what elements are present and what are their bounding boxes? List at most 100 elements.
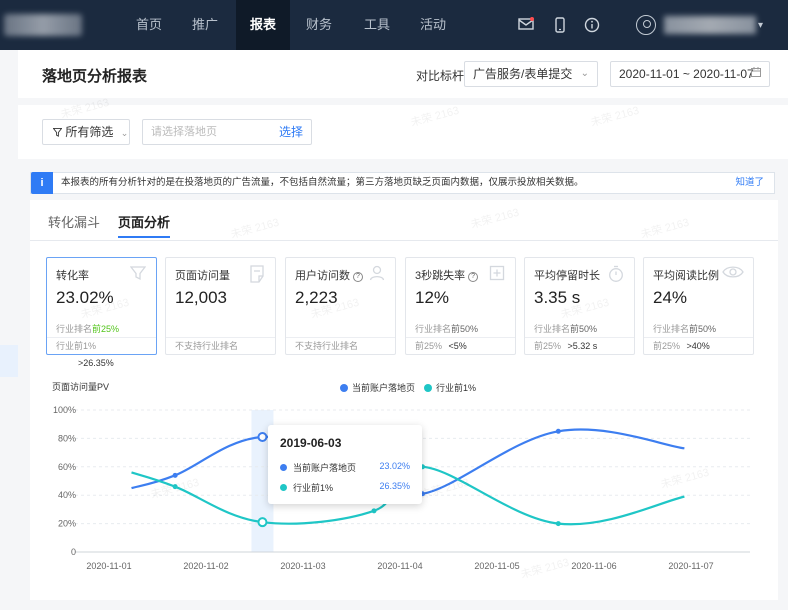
- card-rank-prefix: 行业排名: [653, 324, 690, 334]
- card-rank-prefix: 行业排名: [415, 324, 452, 334]
- avatar[interactable]: [636, 15, 656, 35]
- data-point: [172, 472, 178, 478]
- legend-label: 行业前1%: [436, 383, 477, 393]
- legend-swatch: [340, 384, 348, 392]
- mail-icon[interactable]: [518, 17, 534, 33]
- compare-label: 对比标杆: [416, 69, 465, 83]
- tooltip-row: 当前账户落地页 23.02%: [280, 461, 410, 474]
- tooltip-label: 行业前1%: [293, 483, 334, 493]
- card-foot-label: 不支持行业排名: [175, 341, 239, 351]
- page-icon: [248, 265, 266, 283]
- nav-finance[interactable]: 财务: [298, 0, 340, 50]
- x-tick-label: 2020-11-05: [474, 561, 519, 571]
- x-tick-label: 2020-11-06: [571, 561, 616, 571]
- card-rank-prefix: 行业排名: [534, 324, 571, 334]
- x-tick-label: 2020-11-04: [377, 561, 422, 571]
- card-foot-value: >26.35%: [78, 358, 114, 368]
- legend-label: 当前账户落地页: [352, 383, 416, 393]
- chevron-down-icon: ⌄: [580, 68, 589, 79]
- card-title-text: 用户访问数: [295, 270, 350, 282]
- chevron-down-icon: ⌄: [120, 128, 129, 138]
- nav-promotion[interactable]: 推广: [184, 0, 226, 50]
- tooltip-label: 当前账户落地页: [293, 463, 357, 473]
- card-footer: 前25% <5%: [406, 337, 515, 355]
- mobile-icon[interactable]: [552, 17, 568, 33]
- select-link[interactable]: 选择: [279, 120, 303, 144]
- card-footer: 前25% >5.32 s: [525, 337, 634, 355]
- x-tick-label: 2020-11-02: [183, 561, 228, 571]
- card-title: 页面访问量: [175, 270, 230, 282]
- x-tick-label: 2020-11-03: [280, 561, 325, 571]
- nav-home[interactable]: 首页: [128, 0, 170, 50]
- exit-icon: [488, 265, 506, 283]
- got-it-link[interactable]: 知道了: [735, 173, 764, 193]
- help-icon[interactable]: ?: [468, 272, 479, 282]
- page-header: 落地页分析报表 对比标杆 广告服务/表单提交 ⌄ 2020-11-01 ~ 20…: [18, 50, 788, 98]
- card-title: 3秒跳失率?: [415, 267, 479, 283]
- top-nav: 首页 推广 报表 财务 工具 活动 ▾: [0, 0, 788, 50]
- nav-activities[interactable]: 活动: [412, 0, 454, 50]
- card-rank-value: 前50%: [689, 324, 717, 334]
- user-icon: [368, 265, 386, 283]
- card-value: 23.02%: [56, 288, 114, 307]
- nav-reports[interactable]: 报表: [236, 0, 290, 50]
- funnel-icon: [129, 265, 147, 283]
- card-foot-label: 前25%: [415, 341, 443, 351]
- card-title: 转化率: [56, 270, 89, 282]
- card-foot-label: 前25%: [534, 341, 562, 351]
- stopwatch-icon: [607, 265, 625, 283]
- card-foot-label: 前25%: [653, 341, 681, 351]
- sidebar-highlight: [0, 345, 18, 377]
- info-icon[interactable]: [584, 17, 600, 33]
- legend-item-current[interactable]: 当前账户落地页: [340, 381, 415, 394]
- chevron-down-icon[interactable]: ▾: [758, 20, 763, 31]
- all-filters-button[interactable]: 所有筛选 ⌄: [42, 119, 130, 145]
- tooltip-swatch: [280, 464, 287, 471]
- data-point: [555, 428, 561, 434]
- card-rank: 行业排名前50%: [653, 322, 716, 335]
- metric-card-unique-visitors[interactable]: 用户访问数? 2,223 不支持行业排名: [285, 257, 396, 355]
- card-title: 用户访问数?: [295, 267, 363, 283]
- tab-conversion-funnel[interactable]: 转化漏斗: [48, 212, 100, 238]
- info-icon: i: [31, 172, 53, 194]
- filter-icon: [52, 125, 65, 139]
- card-title: 平均阅读比例: [653, 270, 719, 282]
- notice-bar: i 本报表的所有分析针对的是在投落地页的广告流量，不包括自然流量；第三方落地页缺…: [30, 172, 775, 194]
- x-tick-label: 2020-11-07: [668, 561, 713, 571]
- landing-page-placeholder: 请选择落地页: [151, 126, 217, 138]
- compare-select[interactable]: 广告服务/表单提交 ⌄: [464, 61, 598, 87]
- data-point: [257, 431, 268, 442]
- metric-card-page-views[interactable]: 页面访问量 12,003 不支持行业排名: [165, 257, 276, 355]
- eye-icon: [722, 265, 744, 283]
- card-rank-value: 前50%: [451, 324, 479, 334]
- card-foot-label: 行业前1%: [56, 341, 97, 351]
- username[interactable]: [664, 16, 756, 34]
- card-title-text: 3秒跳失率: [415, 270, 466, 282]
- card-footer: 不支持行业排名: [166, 337, 275, 355]
- card-footer: 不支持行业排名: [286, 337, 395, 355]
- tab-page-analysis[interactable]: 页面分析: [118, 212, 171, 238]
- y-tick-label: 20%: [58, 519, 76, 529]
- notice-text: 本报表的所有分析针对的是在投落地页的广告流量，不包括自然流量；第三方落地页缺乏页…: [61, 177, 584, 188]
- date-range-picker[interactable]: 2020-11-01 ~ 2020-11-07: [610, 61, 770, 87]
- metric-card-bounce-rate[interactable]: 3秒跳失率? 12% 行业排名前50% 前25% <5%: [405, 257, 516, 355]
- legend-item-industry[interactable]: 行业前1%: [424, 381, 476, 394]
- page-title: 落地页分析报表: [42, 68, 148, 85]
- card-value: 24%: [653, 288, 688, 307]
- y-tick-label: 80%: [58, 433, 76, 443]
- tab-divider: [30, 240, 778, 241]
- nav-tools[interactable]: 工具: [356, 0, 398, 50]
- y-tick-label: 40%: [58, 490, 76, 500]
- card-value: 2,223: [295, 288, 338, 307]
- metric-card-conversion-rate[interactable]: 转化率 23.02% 行业排名前25% 行业前1% >26.35%: [46, 257, 157, 368]
- calendar-icon: [751, 62, 761, 86]
- logo[interactable]: [4, 14, 82, 36]
- metric-card-avg-read-ratio[interactable]: 平均阅读比例 24% 行业排名前50% 前25% >40%: [643, 257, 754, 355]
- card-rank: 行业排名前50%: [534, 322, 597, 335]
- data-point: [555, 521, 561, 527]
- help-icon[interactable]: ?: [353, 272, 363, 282]
- landing-page-input[interactable]: 请选择落地页 选择: [142, 119, 312, 145]
- card-rank: 行业排名前25%: [56, 322, 119, 335]
- card-value: 3.35 s: [534, 288, 581, 307]
- metric-card-avg-duration[interactable]: 平均停留时长 3.35 s 行业排名前50% 前25% >5.32 s: [524, 257, 635, 355]
